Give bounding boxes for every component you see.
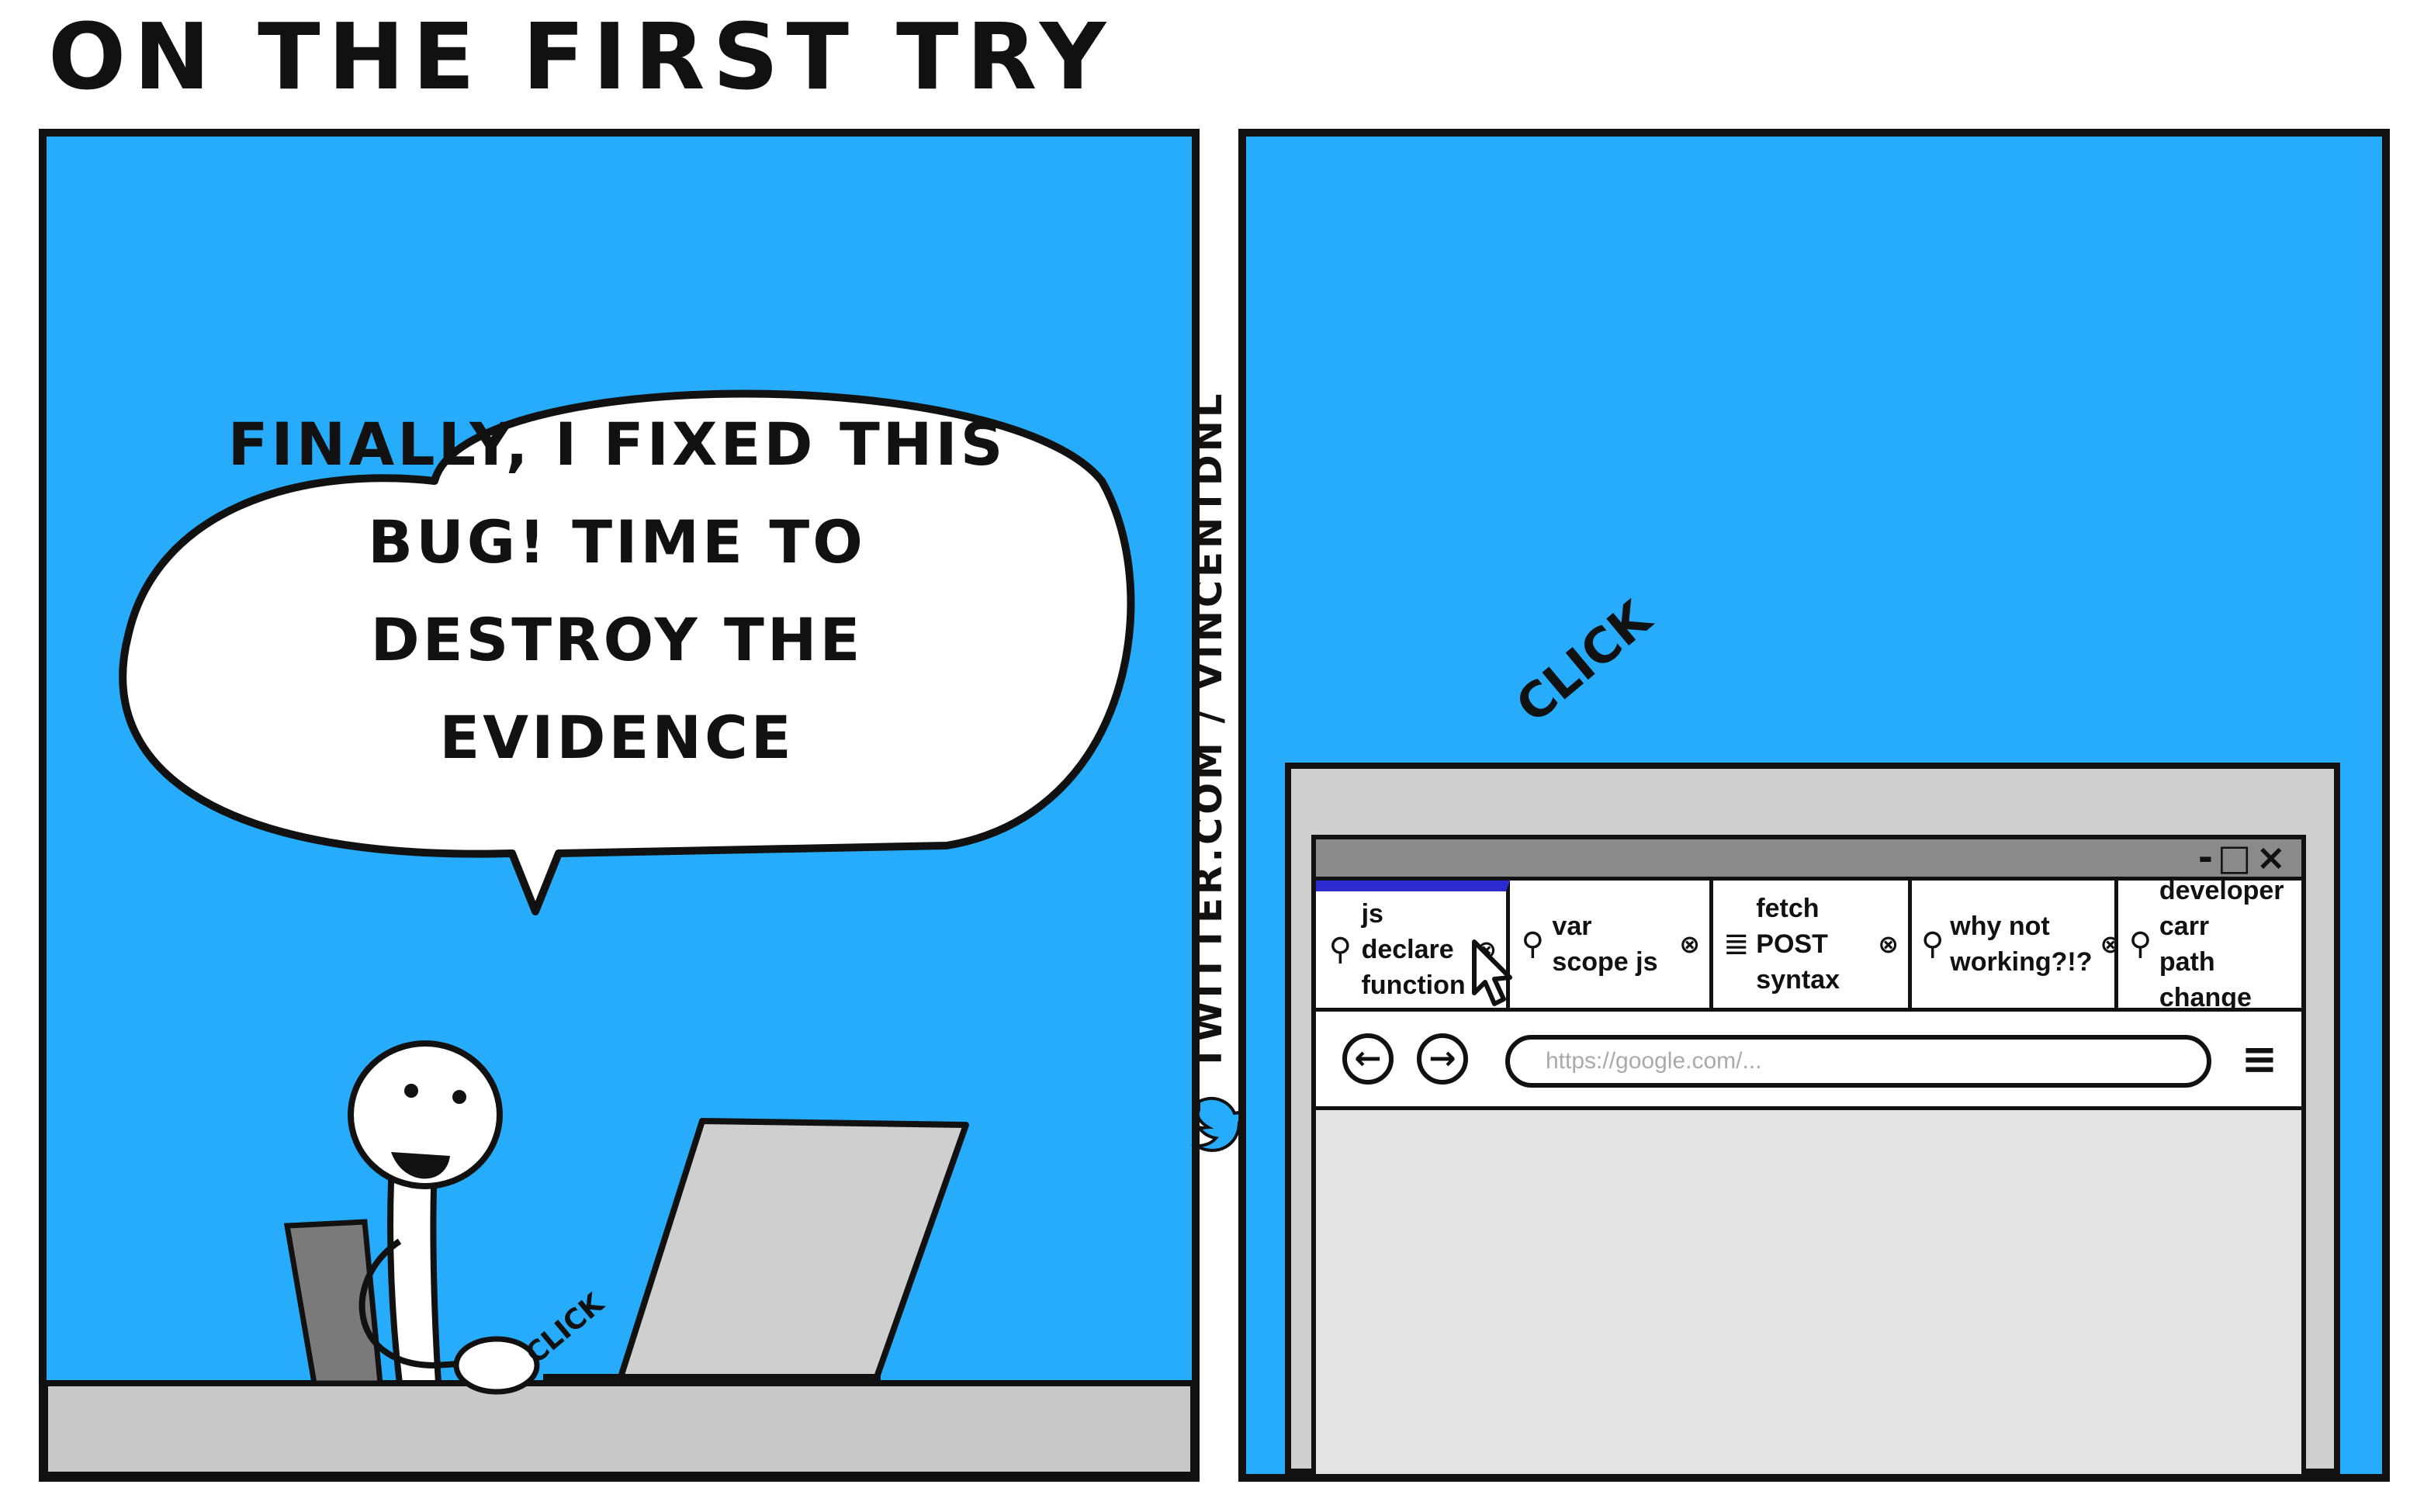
tab-why-not-working[interactable]: ⚲ why not working?!? ⊗ (1912, 881, 2121, 1008)
character-body (387, 1161, 442, 1386)
laptop-screen (618, 1118, 969, 1380)
chair (283, 1219, 383, 1386)
url-bar[interactable]: https://google.com/... (1505, 1035, 2211, 1088)
forward-button[interactable]: → (1417, 1033, 1468, 1085)
search-icon: ⚲ (1328, 932, 1352, 967)
tab-close-icon[interactable]: ⊗ (1476, 935, 1497, 964)
search-icon: ⚲ (1921, 926, 1944, 962)
search-icon: ⚲ (1521, 926, 1544, 962)
desk (42, 1380, 1196, 1478)
search-icon: ⚲ (2128, 926, 2152, 962)
stackoverflow-icon: ≣ (1723, 926, 1750, 962)
back-button[interactable]: ← (1342, 1033, 1394, 1085)
tab-bar: ⚲ js declare function ⊗ ⚲ var scope js ⊗… (1316, 881, 2301, 1012)
tab-close-icon[interactable]: ⊗ (1679, 929, 1700, 959)
speech-bubble-text: FINALLY, I FIXED THIS BUG! TIME TO DESTR… (227, 410, 1006, 772)
tab-label: why not working?!? (1950, 912, 2093, 977)
character-eye-right (452, 1090, 466, 1104)
browser-navbar: ← → https://google.com/... ≡ (1316, 1012, 2301, 1110)
tab-label: fetch POST syntax (1756, 894, 1840, 995)
tab-js-declare-function[interactable]: ⚲ js declare function ⊗ (1316, 881, 1510, 1008)
browser-window: -□× ⚲ js declare function ⊗ ⚲ var scope … (1311, 835, 2306, 1479)
tab-var-scope-js[interactable]: ⚲ var scope js ⊗ (1510, 881, 1713, 1008)
artist-credit: TWITTER.COM / VINCENTDNL (1187, 390, 1231, 1071)
tab-label: js declare function (1361, 899, 1466, 1000)
tab-developer-career-path-change[interactable]: ⚲ developer carr path change (2118, 881, 2301, 1008)
character-eye-left (404, 1084, 418, 1098)
browser-titlebar: -□× (1316, 836, 2301, 881)
tab-label: var scope js (1552, 912, 1658, 977)
hamburger-menu-icon[interactable]: ≡ (2236, 1036, 2283, 1083)
tab-label: developer carr path change (2159, 881, 2284, 1012)
window-controls[interactable]: -□× (2198, 836, 2291, 878)
tab-close-icon[interactable]: ⊗ (1878, 929, 1899, 959)
tab-fetch-post-syntax[interactable]: ≣ fetch POST syntax ⊗ (1713, 881, 1912, 1008)
page-content-area (1316, 1110, 2301, 1474)
